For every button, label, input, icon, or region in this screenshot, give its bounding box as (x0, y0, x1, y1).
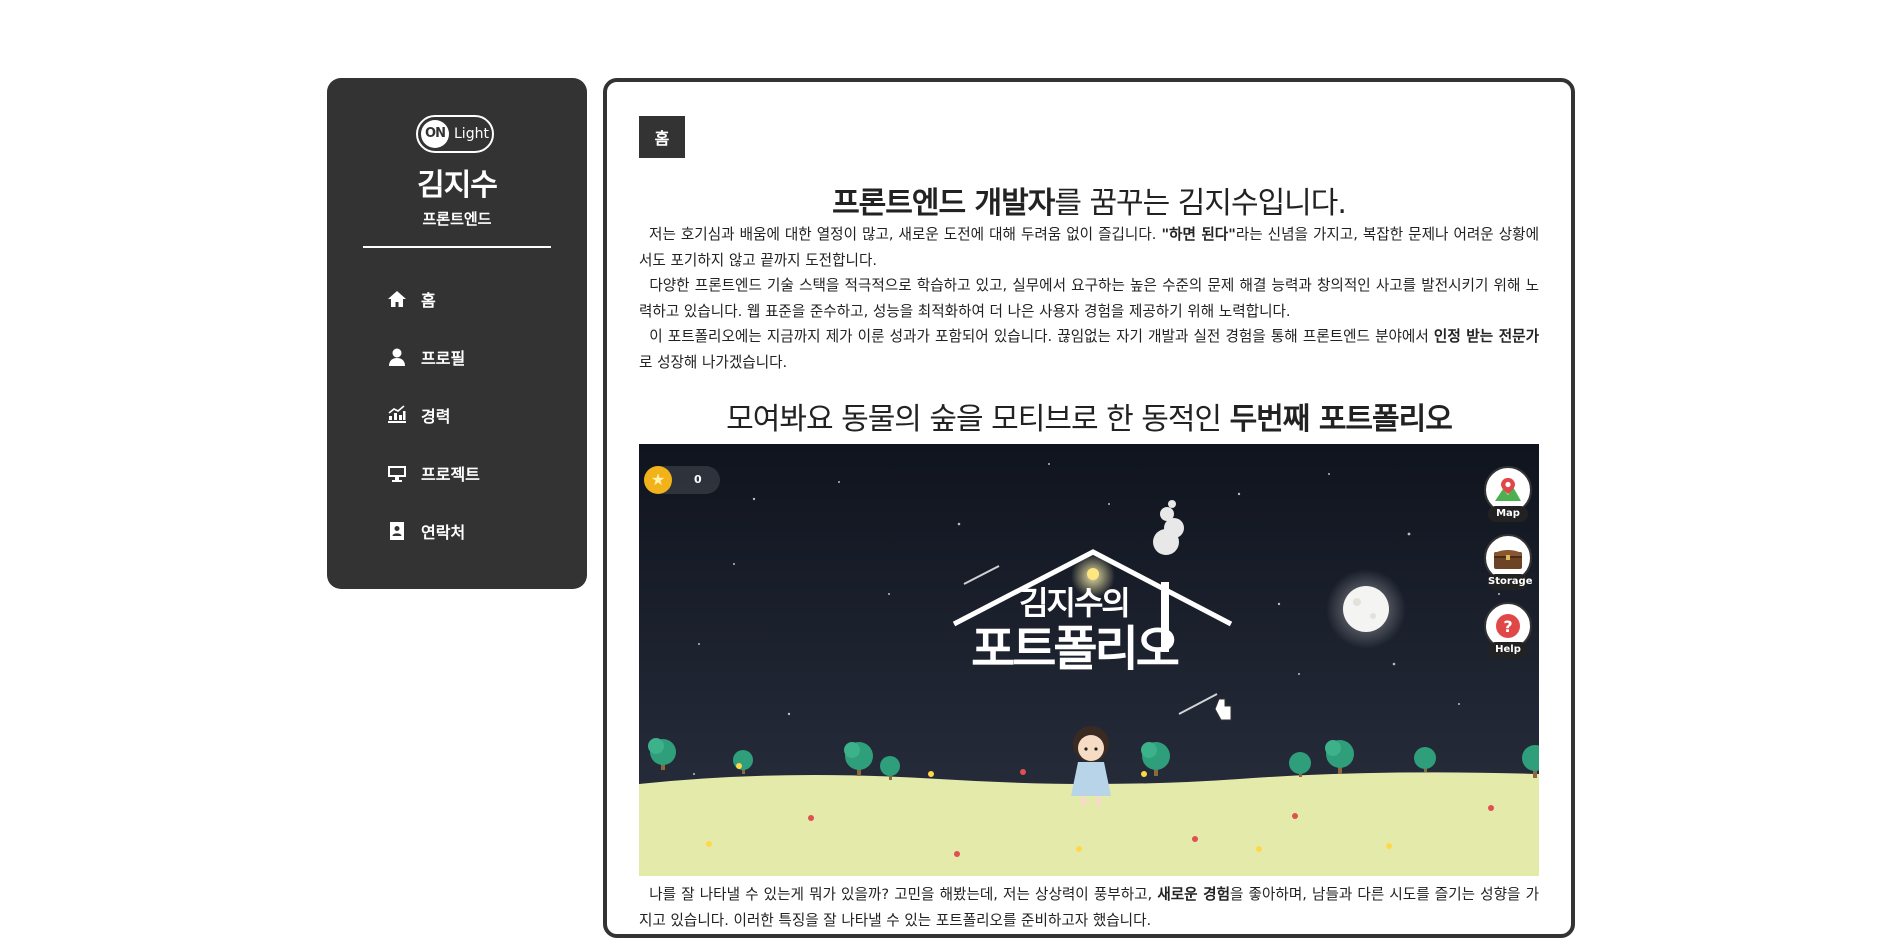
section-badge: 홈 (639, 116, 685, 158)
text-span: 다양한 프론트엔드 기술 스택을 적극적으로 학습하고 있고, 실무에서 요구하… (639, 277, 1540, 320)
monitor-icon (388, 466, 406, 482)
heading-emphasis: 두번째 포트폴리오 (1229, 402, 1453, 437)
help-button-label: Help (1488, 642, 1528, 658)
toggle-on-label: ON (421, 120, 449, 148)
storage-button-label: Storage (1488, 574, 1532, 590)
text-emphasis: "하면 된다" (1161, 226, 1236, 243)
svg-text:?: ? (1503, 617, 1512, 636)
outro-paragraph: 나를 잘 나타낼 수 있는게 뭐가 있을까? 고민을 해봤는데, 저는 상상력이… (639, 882, 1539, 933)
text-span: 이 포트폴리오에는 지금까지 제가 이룬 성과가 포함되어 있습니다. 끊임없는… (649, 328, 1434, 345)
heading-emphasis: 프론트엔드 개발자 (832, 186, 1055, 221)
coin-icon: ★ (644, 466, 672, 494)
portfolio-title-art: 김지수의 포트폴리오 (959, 584, 1189, 676)
map-button-label: Map (1488, 506, 1528, 522)
heading-rest: 를 꿈꾸는 김지수입니다. (1054, 186, 1347, 221)
sidebar-divider (363, 246, 551, 248)
text-span: 로 성장해 나가겠습니다. (639, 353, 788, 371)
toggle-light-label: Light (454, 126, 489, 142)
main-content: 홈 프론트엔드 개발자를 꿈꾸는 김지수입니다. 저는 호기심과 배움에 대한 … (603, 78, 1575, 938)
moon (1343, 586, 1389, 632)
sidebar: ON Light 김지수 프론트엔드 홈 프로필 경력 프로젝트 연락처 (327, 78, 587, 589)
text-emphasis: 새로운 경험 (1157, 886, 1231, 903)
profile-role: 프론트엔드 (422, 210, 492, 228)
sidebar-item-contact[interactable]: 연락처 (387, 502, 480, 560)
sidebar-nav: 홈 프로필 경력 프로젝트 연락처 (387, 270, 480, 560)
contact-icon (390, 522, 404, 540)
intro-text: 저는 호기심과 배움에 대한 열정이 많고, 새로운 도전에 대해 두려움 없이… (639, 222, 1539, 375)
intro-paragraph-3: 이 포트폴리오에는 지금까지 제가 이룬 성과가 포함되어 있습니다. 끊임없는… (639, 324, 1539, 375)
sidebar-item-label: 홈 (421, 291, 436, 310)
home-icon (388, 291, 406, 307)
theme-toggle[interactable]: ON Light (416, 115, 494, 153)
chart-icon (388, 405, 406, 423)
intro-paragraph-1: 저는 호기심과 배움에 대한 열정이 많고, 새로운 도전에 대해 두려움 없이… (639, 222, 1539, 273)
sidebar-item-label: 프로필 (421, 349, 466, 368)
portfolio-heading: 모여봐요 동물의 숲을 모티브로 한 동적인 두번째 포트폴리오 (607, 394, 1571, 438)
help-button[interactable]: ? Help (1482, 602, 1534, 658)
text-span: 나를 잘 나타낼 수 있는게 뭐가 있을까? 고민을 해봤는데, 저는 상상력이… (649, 886, 1158, 903)
sidebar-item-label: 경력 (421, 407, 451, 426)
sidebar-item-projects[interactable]: 프로젝트 (387, 444, 480, 502)
profile-name: 김지수 (417, 168, 498, 203)
storage-button[interactable]: Storage (1482, 534, 1534, 590)
sidebar-item-home[interactable]: 홈 (387, 270, 480, 328)
map-button[interactable]: Map (1482, 466, 1534, 522)
lamp (1087, 568, 1099, 580)
sidebar-item-label: 프로젝트 (421, 465, 480, 484)
title-line-1: 김지수의 (1019, 584, 1131, 622)
coin-count: 0 (694, 473, 702, 486)
intro-heading: 프론트엔드 개발자를 꿈꾸는 김지수입니다. (607, 178, 1571, 222)
sidebar-item-profile[interactable]: 프로필 (387, 328, 480, 386)
text-span: 저는 호기심과 배움에 대한 열정이 많고, 새로운 도전에 대해 두려움 없이… (649, 226, 1162, 243)
intro-paragraph-2: 다양한 프론트엔드 기술 스택을 적극적으로 학습하고 있고, 실무에서 요구하… (639, 273, 1539, 324)
text-emphasis: 인정 받는 전문가 (1433, 328, 1539, 345)
coin-counter: ★ 0 (644, 466, 720, 494)
user-icon (389, 348, 405, 366)
game-preview[interactable]: 김지수의 포트폴리오 ★ 0 Map Storage ? Help (639, 444, 1539, 876)
heading-rest: 모여봐요 동물의 숲을 모티브로 한 동적인 (726, 402, 1230, 437)
title-line-2: 포트폴리오 (971, 621, 1180, 677)
sidebar-item-label: 연락처 (421, 523, 466, 542)
sidebar-item-career[interactable]: 경력 (387, 386, 480, 444)
